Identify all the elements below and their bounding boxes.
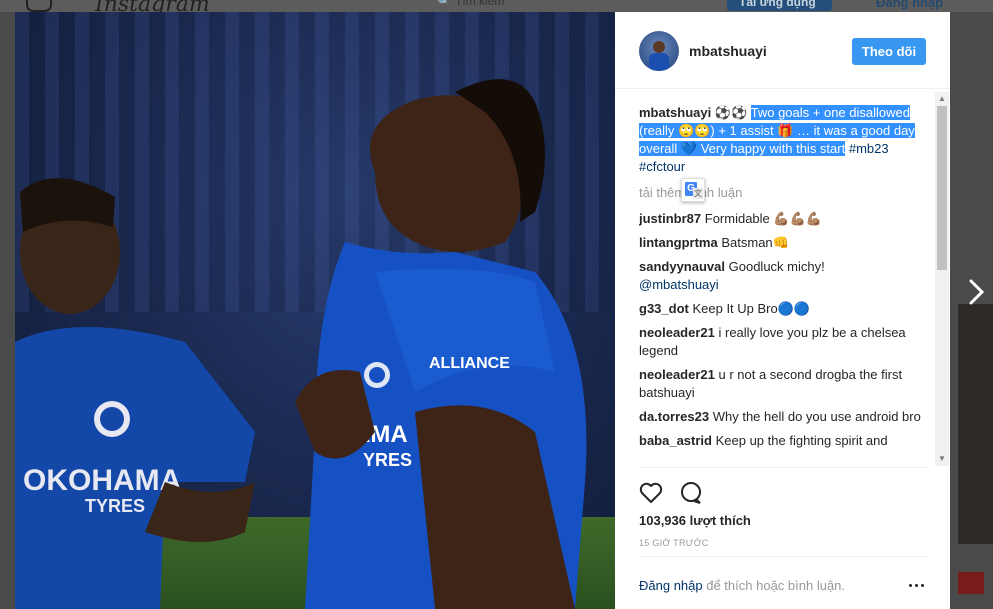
comment-username[interactable]: sandyynauval bbox=[639, 259, 725, 274]
svg-text:YRES: YRES bbox=[363, 450, 412, 470]
list-item: neoleader21 u r not a second drogba the … bbox=[639, 366, 929, 402]
login-link[interactable]: Đăng nhập bbox=[639, 578, 703, 593]
background-red-button bbox=[958, 572, 984, 594]
scroll-thumb[interactable] bbox=[937, 106, 947, 270]
comment-text: Goodluck michy! bbox=[728, 259, 825, 274]
login-prompt-text: để thích hoặc bình luận. bbox=[702, 578, 846, 593]
list-item: lintangprtma Batsman👊 bbox=[639, 234, 929, 252]
comment-username[interactable]: baba_astrid bbox=[639, 433, 712, 448]
login-prompt: Đăng nhập để thích hoặc bình luận. bbox=[639, 578, 845, 593]
comment-text: Why the hell do you use android bro bbox=[712, 409, 921, 424]
post-photo: OKOHAMA TYRES ALLIANCE AMA YRES bbox=[15, 12, 615, 609]
caption: mbatshuayi ⚽⚽ Two goals + one disallowed… bbox=[639, 104, 929, 176]
background-thumbnail bbox=[958, 304, 993, 544]
comment-text: Keep up the fighting spirit and bbox=[715, 433, 888, 448]
caption-emoji: ⚽⚽ bbox=[711, 105, 751, 120]
list-item: da.torres23 Why the hell do you use andr… bbox=[639, 408, 929, 426]
background-right-edge bbox=[950, 12, 993, 609]
divider bbox=[639, 467, 926, 468]
comment-username[interactable]: justinbr87 bbox=[639, 211, 701, 226]
comment-username[interactable]: neoleader21 bbox=[639, 325, 715, 340]
comment-text: Batsman👊 bbox=[721, 235, 789, 250]
divider bbox=[639, 556, 926, 557]
comments-scrollbar[interactable]: ▲ ▼ bbox=[935, 92, 949, 466]
post-username[interactable]: mbatshuayi bbox=[689, 43, 767, 59]
background-login-link: Đăng nhập bbox=[876, 0, 944, 10]
list-item: g33_dot Keep It Up Bro🔵🔵 bbox=[639, 300, 929, 318]
svg-text:OKOHAMA: OKOHAMA bbox=[23, 464, 181, 497]
svg-text:TYRES: TYRES bbox=[85, 496, 145, 516]
post-header: mbatshuayi Theo dõi bbox=[615, 12, 950, 89]
avatar[interactable] bbox=[639, 31, 679, 71]
comments-list[interactable]: mbatshuayi ⚽⚽ Two goals + one disallowed… bbox=[639, 104, 929, 466]
list-item: sandyynauval Goodluck michy! @mbatshuayi bbox=[639, 258, 929, 294]
comment-username[interactable]: g33_dot bbox=[639, 301, 689, 316]
get-app-button: Tải ứng dụng bbox=[727, 0, 832, 11]
ellipsis-icon[interactable] bbox=[908, 578, 926, 592]
list-item: justinbr87 Formidable 💪🏽💪🏽💪🏽 bbox=[639, 210, 929, 228]
chevron-right-icon[interactable] bbox=[966, 275, 988, 309]
comment-text: Formidable 💪🏽💪🏽💪🏽 bbox=[704, 211, 822, 226]
heart-icon[interactable] bbox=[638, 480, 664, 506]
players-illustration: OKOHAMA TYRES ALLIANCE AMA YRES bbox=[15, 79, 587, 609]
comment-username[interactable]: lintangprtma bbox=[639, 235, 718, 250]
comment-username[interactable]: da.torres23 bbox=[639, 409, 709, 424]
list-item: baba_astrid Keep up the fighting spirit … bbox=[639, 432, 929, 450]
scroll-up-arrow-icon[interactable]: ▲ bbox=[935, 92, 949, 106]
comment-mention[interactable]: @mbatshuayi bbox=[639, 277, 719, 292]
scroll-down-arrow-icon[interactable]: ▼ bbox=[935, 452, 949, 466]
svg-text:ALLIANCE: ALLIANCE bbox=[429, 355, 510, 372]
likes-count[interactable]: 103,936 lượt thích bbox=[639, 513, 751, 528]
comment-username[interactable]: neoleader21 bbox=[639, 367, 715, 382]
list-item: neoleader21 i really love you plz be a c… bbox=[639, 324, 929, 360]
caption-username[interactable]: mbatshuayi bbox=[639, 105, 711, 120]
comment-text: Keep It Up Bro🔵🔵 bbox=[692, 301, 811, 316]
post-timestamp: 15 GIỜ TRƯỚC bbox=[639, 538, 709, 548]
load-more-comments[interactable]: tải thêm bình luận G文 bbox=[639, 178, 929, 202]
background-left-edge bbox=[0, 12, 15, 609]
post-side-panel: mbatshuayi Theo dõi mbatshuayi ⚽⚽ Two go… bbox=[615, 12, 950, 609]
speech-bubble-icon[interactable] bbox=[678, 480, 704, 506]
background-search: 🔍 Tìm kiếm bbox=[437, 0, 505, 8]
instagram-logo-icon bbox=[26, 0, 52, 12]
google-translate-icon[interactable]: G文 bbox=[681, 178, 705, 202]
follow-button[interactable]: Theo dõi bbox=[852, 38, 926, 65]
